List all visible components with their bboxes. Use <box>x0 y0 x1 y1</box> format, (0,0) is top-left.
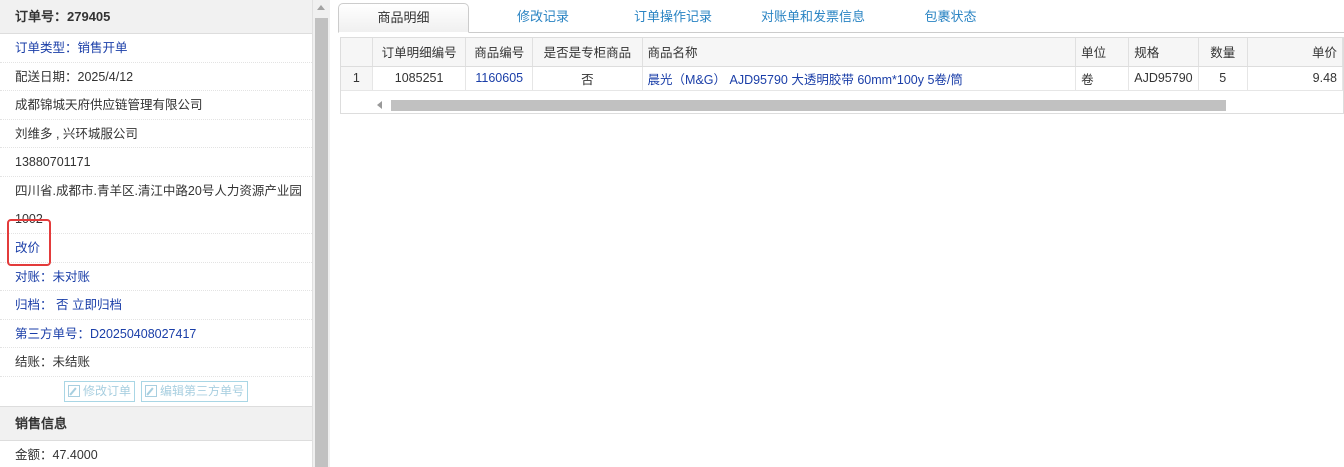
highlight-box <box>7 219 51 266</box>
counter-product-cell: 否 <box>532 66 643 91</box>
scroll-left-icon[interactable] <box>377 101 382 109</box>
column-header[interactable]: 单价 <box>1247 38 1343 67</box>
column-header[interactable]: 数量 <box>1198 38 1248 67</box>
order-action-buttons: 修改订单 编辑第三方单号 <box>0 377 312 407</box>
third-party-order-number: 第三方单号：D20250408027417 <box>0 320 312 349</box>
edit-third-party-label: 编辑第三方单号 <box>160 383 245 398</box>
grid-horizontal-scrollbar[interactable] <box>341 98 1343 112</box>
scroll-up-icon[interactable] <box>317 5 325 10</box>
sales-amount: 金额：47.4000 <box>0 441 312 467</box>
table-header-row: 订单明细编号 商品编号 是否是专柜商品 商品名称 单位 规格 数量 单价 <box>341 38 1343 67</box>
column-header[interactable]: 规格 <box>1128 38 1199 67</box>
column-header[interactable]: 商品名称 <box>642 38 1077 67</box>
archive-status[interactable]: 归档： 否 立即归档 <box>0 291 312 320</box>
column-header[interactable]: 商品编号 <box>465 38 534 67</box>
reconcile-status: 对账：未对账 <box>0 263 312 292</box>
order-type: 订单类型：销售开单 <box>0 34 312 63</box>
detail-id-cell: 1085251 <box>372 66 467 91</box>
tab-statement-invoice[interactable]: 对账单和发票信息 <box>748 3 878 33</box>
product-name-link[interactable]: 晨光（M&G） AJD95790 大透明胶带 60mm*100y 5卷/筒 <box>642 66 1077 91</box>
column-header[interactable]: 单位 <box>1075 38 1130 67</box>
product-code-link[interactable]: 1160605 <box>465 66 534 91</box>
company-name: 成都锦城天府供应链管理有限公司 <box>0 91 312 120</box>
edit-icon <box>145 385 157 398</box>
sales-info-header: 销售信息 <box>0 406 312 441</box>
unit-cell: 卷 <box>1075 66 1130 91</box>
settlement-status: 结账：未结账 <box>0 348 312 377</box>
product-grid: 订单明细编号 商品编号 是否是专柜商品 商品名称 单位 规格 数量 单价 1 1… <box>340 37 1344 114</box>
detail-tabs: 商品明细 修改记录 订单操作记录 对账单和发票信息 包裹状态 <box>338 3 1344 33</box>
contact-name: 刘维多 , 兴环城服公司 <box>0 120 312 149</box>
column-header[interactable]: 订单明细编号 <box>372 38 467 67</box>
product-table: 订单明细编号 商品编号 是否是专柜商品 商品名称 单位 规格 数量 单价 1 1… <box>341 38 1343 91</box>
table-row[interactable]: 1 1085251 1160605 否 晨光（M&G） AJD95790 大透明… <box>341 66 1343 91</box>
edit-third-party-button[interactable]: 编辑第三方单号 <box>141 380 249 402</box>
row-number: 1 <box>341 66 373 91</box>
edit-icon <box>67 385 80 398</box>
delivery-date: 配送日期：2025/4/12 <box>0 63 312 92</box>
tab-change-log[interactable]: 修改记录 <box>498 3 588 33</box>
rownum-header <box>341 38 373 67</box>
horizontal-scrollbar-thumb[interactable] <box>391 100 1226 111</box>
tab-package-status[interactable]: 包裹状态 <box>908 3 993 33</box>
unit-price-cell: 9.48 <box>1247 66 1343 91</box>
edit-order-label: 修改订单 <box>82 383 131 398</box>
phone-number: 13880701171 <box>0 148 312 177</box>
tab-operation-log[interactable]: 订单操作记录 <box>623 3 723 33</box>
left-panel-scrollbar[interactable] <box>313 0 330 467</box>
spec-cell: AJD95790 <box>1128 66 1199 91</box>
detail-area: 商品明细 修改记录 订单操作记录 对账单和发票信息 包裹状态 订单明细编号 商品… <box>330 0 1344 467</box>
order-number-header: 订单号：279405 <box>0 0 312 34</box>
scrollbar-thumb[interactable] <box>315 18 328 467</box>
column-header[interactable]: 是否是专柜商品 <box>532 38 643 67</box>
quantity-cell: 5 <box>1198 66 1248 91</box>
tab-product-details[interactable]: 商品明细 <box>338 3 469 33</box>
edit-order-button[interactable]: 修改订单 <box>63 380 135 402</box>
